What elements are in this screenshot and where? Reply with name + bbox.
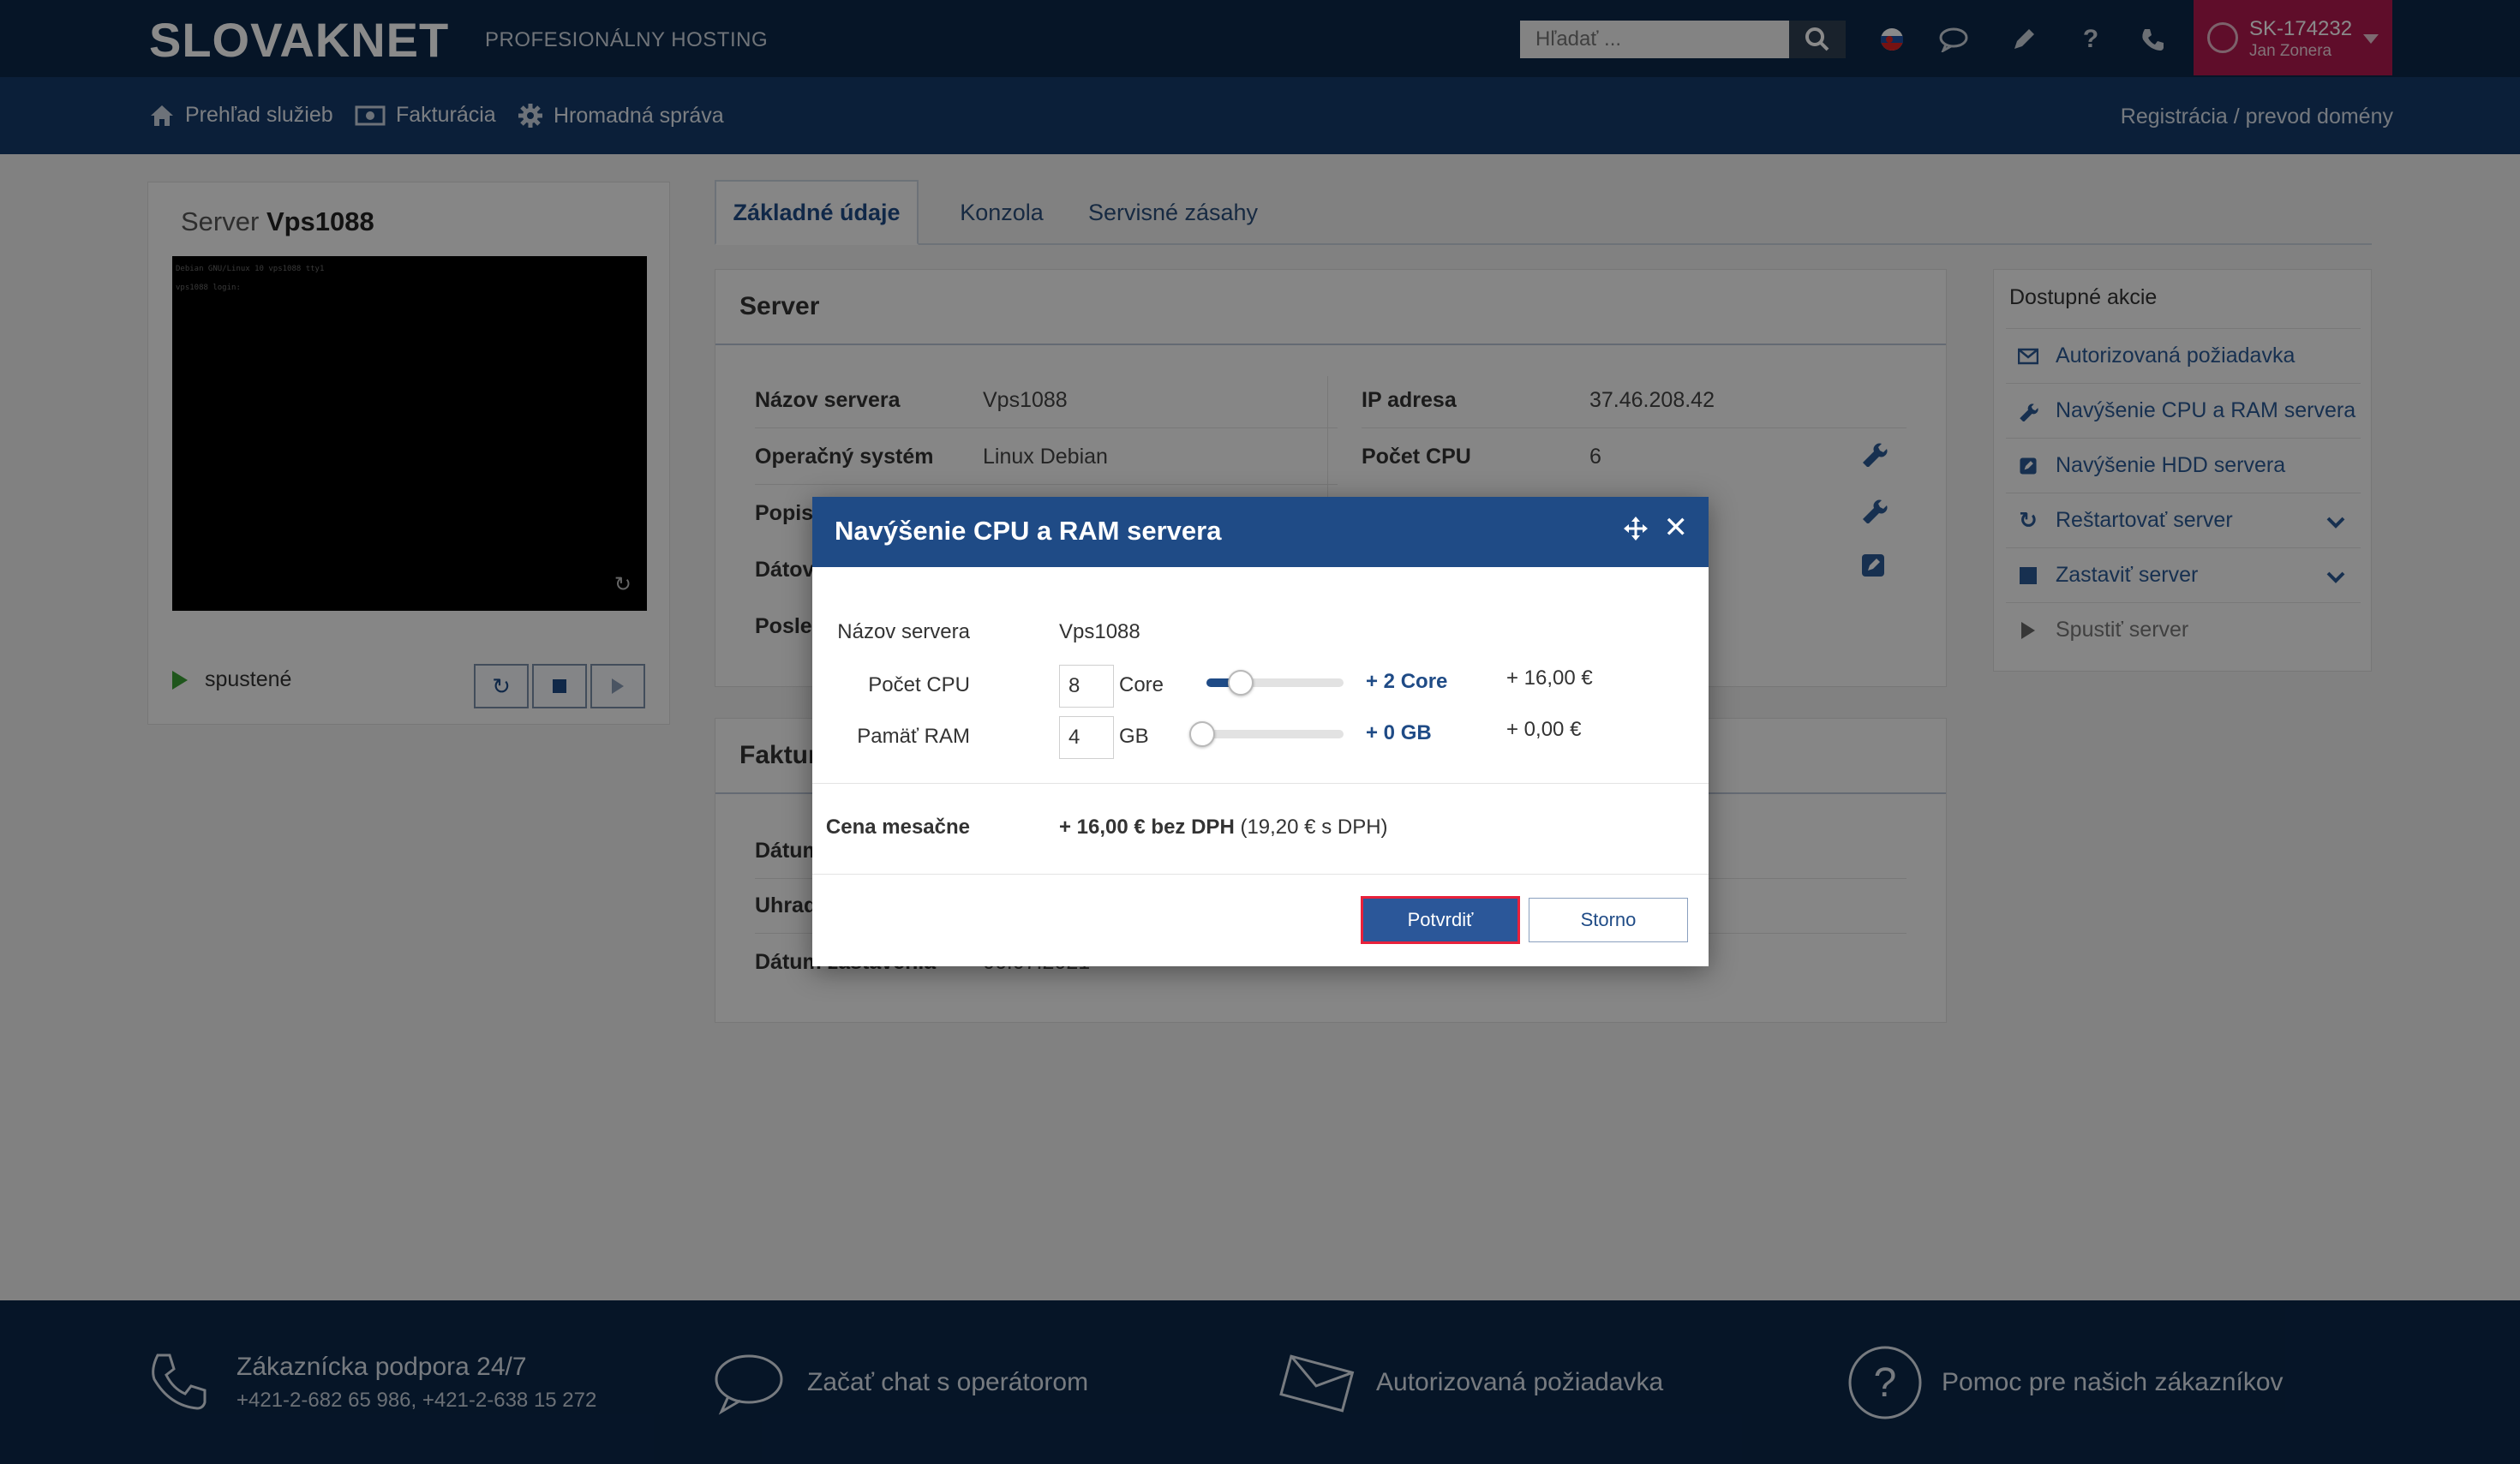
slider-thumb[interactable] — [1228, 670, 1254, 696]
close-icon[interactable]: ✕ — [1664, 511, 1689, 545]
ram-increase: + 0 GB — [1366, 721, 1432, 744]
server-name-label: Názov servera — [837, 620, 970, 643]
cpu-price: + 16,00 € — [1506, 666, 1593, 690]
confirm-button[interactable]: Potvrdiť — [1361, 896, 1520, 944]
divider — [812, 783, 1709, 784]
ram-price: + 0,00 € — [1506, 718, 1582, 741]
cpu-input[interactable]: 8 — [1059, 665, 1114, 708]
monthly-price: + 16,00 € bez DPH (19,20 € s DPH) — [1059, 816, 1388, 840]
divider — [812, 874, 1709, 875]
cpu-increase: + 2 Core — [1366, 670, 1448, 693]
slider-track — [1193, 730, 1344, 738]
server-name-value: Vps1088 — [1059, 620, 1140, 643]
cancel-button[interactable]: Storno — [1529, 898, 1688, 942]
upgrade-modal: Navýšenie CPU a RAM servera ✕ Názov serv… — [812, 497, 1709, 966]
ram-label: Pamäť RAM — [857, 725, 970, 748]
price-label: Cena mesačne — [825, 816, 970, 839]
ram-unit: GB — [1119, 725, 1149, 748]
move-icon[interactable] — [1623, 516, 1649, 546]
price-with-vat: (19,20 € s DPH) — [1240, 816, 1388, 839]
modal-title: Navýšenie CPU a RAM servera — [835, 516, 1222, 546]
slider-thumb[interactable] — [1189, 721, 1215, 747]
modal-header: Navýšenie CPU a RAM servera ✕ — [812, 497, 1709, 567]
price-without-vat: + 16,00 € bez DPH — [1059, 816, 1235, 839]
cpu-unit: Core — [1119, 673, 1164, 696]
cpu-label: Počet CPU — [868, 673, 970, 696]
ram-input[interactable]: 4 — [1059, 716, 1114, 759]
